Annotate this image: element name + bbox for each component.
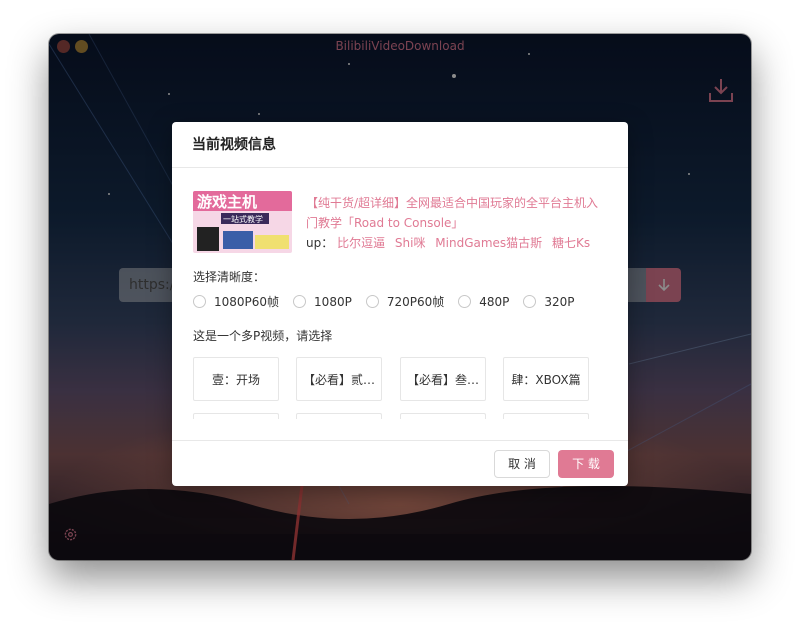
radio-button[interactable] (293, 295, 306, 308)
quality-option-1080p[interactable]: 1080P (293, 295, 352, 309)
radio-button[interactable] (366, 295, 379, 308)
quality-option-1080p60[interactable]: 1080P60帧 (193, 293, 279, 310)
uploader-name[interactable]: MindGames猫古斯 (435, 236, 542, 250)
quality-label: 选择清晰度： (193, 268, 265, 285)
quality-option-320p[interactable]: 320P (523, 295, 574, 309)
part-card[interactable]: 肆：XBOX篇 (503, 357, 589, 401)
radio-button[interactable] (193, 295, 206, 308)
radio-button[interactable] (523, 295, 536, 308)
quality-option-720p60[interactable]: 720P60帧 (366, 293, 444, 310)
quality-option-label: 320P (544, 295, 574, 309)
multi-part-label: 这是一个多P视频，请选择 (193, 327, 332, 344)
up-label: up： (306, 236, 333, 250)
video-info-dialog: 当前视频信息 游戏主机 一站式教学 【纯干货/超详细】全网最适合中国玩家的全平台… (172, 122, 628, 486)
part-card[interactable]: 【必看】叁… (400, 357, 486, 401)
quality-option-label: 1080P (314, 295, 352, 309)
dialog-title: 当前视频信息 (172, 122, 628, 168)
radio-button[interactable] (458, 295, 471, 308)
dialog-footer: 取 消 下 载 (172, 440, 628, 487)
download-button[interactable]: 下 载 (558, 450, 614, 478)
uploader-name[interactable]: Shi咪 (395, 236, 426, 250)
quality-option-label: 1080P60帧 (214, 293, 279, 310)
uploader-list: up： 比尔逗逼 Shi咪 MindGames猫古斯 糖七Ks (306, 235, 596, 251)
quality-option-label: 480P (479, 295, 509, 309)
video-thumbnail: 游戏主机 一站式教学 (193, 191, 292, 253)
part-card[interactable]: 壹：开场 (193, 357, 279, 401)
part-card-next-row[interactable] (400, 413, 486, 419)
uploader-name[interactable]: 比尔逗逼 (337, 236, 385, 250)
part-card-next-row[interactable] (193, 413, 279, 419)
thumbnail-text-bottom: 一站式教学 (223, 214, 263, 224)
part-list: 壹：开场 【必看】贰… 【必看】叁… 肆：XBOX篇 (193, 357, 603, 419)
part-card-next-row[interactable] (503, 413, 589, 419)
quality-radio-group: 1080P60帧 1080P 720P60帧 480P 320P (193, 293, 589, 310)
video-info: 游戏主机 一站式教学 【纯干货/超详细】全网最适合中国玩家的全平台主机入门教学「… (193, 191, 608, 253)
part-card[interactable]: 【必看】贰… (296, 357, 382, 401)
thumbnail-text-top: 游戏主机 (197, 193, 257, 211)
part-card-next-row[interactable] (296, 413, 382, 419)
video-title[interactable]: 【纯干货/超详细】全网最适合中国玩家的全平台主机入门教学「Road to Con… (306, 193, 608, 233)
uploader-name[interactable]: 糖七Ks (552, 236, 590, 250)
quality-option-label: 720P60帧 (387, 293, 444, 310)
quality-option-480p[interactable]: 480P (458, 295, 509, 309)
cancel-button[interactable]: 取 消 (494, 450, 550, 478)
